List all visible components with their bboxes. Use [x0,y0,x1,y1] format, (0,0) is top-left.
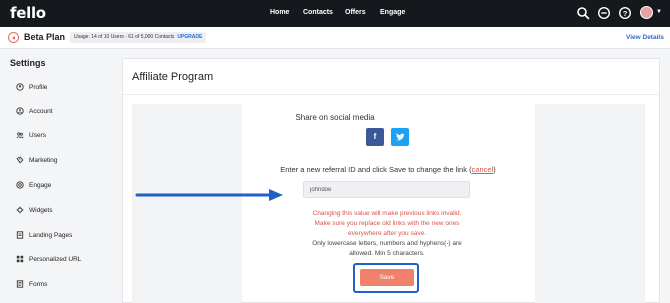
sidebar-item-label: Engage [29,181,52,189]
page-title: Affiliate Program [132,71,214,83]
sidebar-title: Settings [10,58,46,68]
search-icon[interactable] [576,6,590,20]
marketing-icon [16,156,24,164]
warning-message: Changing this value will make previous l… [297,209,477,239]
sidebar-item-label: Marketing [29,156,58,164]
warning-line: everywhere after you save. [347,230,427,237]
nav-home[interactable]: Home [270,9,289,16]
help-icon[interactable]: ? [618,6,632,20]
view-details-link[interactable]: View Details [626,34,664,41]
divider [123,94,659,95]
referral-id-input[interactable] [303,181,470,198]
svg-text:?: ? [623,9,628,18]
widgets-icon [16,206,24,214]
sidebar-item-label: Landing Pages [29,231,73,239]
avatar[interactable] [640,6,653,19]
profile-icon [16,83,24,91]
save-button[interactable]: Save [360,269,414,286]
sidebar-item-label: Profile [29,83,48,91]
plan-title: Beta Plan [24,32,66,42]
warning-line: Changing this value will make previous l… [312,210,462,217]
minus-circle-icon[interactable] [597,6,611,20]
plan-bar: Beta Plan Usage: 14 of 10 Users · 61 of … [0,27,670,49]
sidebar-item-landing-pages[interactable]: Landing Pages [16,229,72,241]
rules-line: Only lowercase letters, numbers and hyph… [312,240,462,247]
cancel-link[interactable]: cancel [472,165,494,174]
sidebar-item-users[interactable]: Users [16,129,46,141]
top-nav: fello Home Contacts Offers Engage ? ▼ [0,0,670,27]
upgrade-link[interactable]: UPGRADE [177,34,202,40]
sidebar-item-widgets[interactable]: Widgets [16,204,52,216]
fello-logo[interactable]: fello [10,4,46,22]
referral-instruction: Enter a new referral ID and click Save t… [0,165,670,174]
sidebar-item-engage[interactable]: Engage [16,179,51,191]
forms-icon [16,280,24,288]
chevron-down-icon[interactable]: ▼ [656,9,662,15]
share-title: Share on social media [295,113,375,122]
facebook-share-button[interactable]: f [366,128,384,146]
instruction-close: ) [493,165,496,174]
sidebar-item-label: Users [29,131,46,139]
sidebar-item-profile[interactable]: Profile [16,81,47,93]
instruction-text: Enter a new referral ID and click Save t… [280,165,472,174]
usage-badge: Usage: 14 of 10 Users · 61 of 5,000 Cont… [70,32,207,43]
arrow-right-icon [135,189,283,201]
engage-icon [16,181,24,189]
sidebar-item-label: Forms [29,280,48,288]
sidebar-item-personalized-url[interactable]: Personalized URL [16,253,81,265]
sidebar-item-label: Personalized URL [29,255,82,263]
back-arrow-icon[interactable] [8,32,19,43]
warning-line: Make sure you replace old links with the… [314,220,460,227]
nav-contacts[interactable]: Contacts [303,9,333,16]
id-rules-text: Only lowercase letters, numbers and hyph… [297,239,477,259]
rules-line: allowed. Min 5 characters. [349,250,425,257]
left-panel [132,104,242,303]
nav-offers[interactable]: Offers [345,9,366,16]
twitter-icon [395,133,405,141]
right-panel [535,104,645,303]
usage-text: Usage: 14 of 10 Users · 61 of 5,000 Cont… [74,34,175,40]
sidebar-item-forms[interactable]: Forms [16,278,47,290]
url-icon [16,255,24,263]
nav-engage[interactable]: Engage [380,9,405,16]
twitter-share-button[interactable] [391,128,409,146]
landing-pages-icon [16,231,24,239]
sidebar-item-label: Widgets [29,206,53,214]
facebook-icon: f [373,132,377,141]
users-icon [16,132,24,139]
